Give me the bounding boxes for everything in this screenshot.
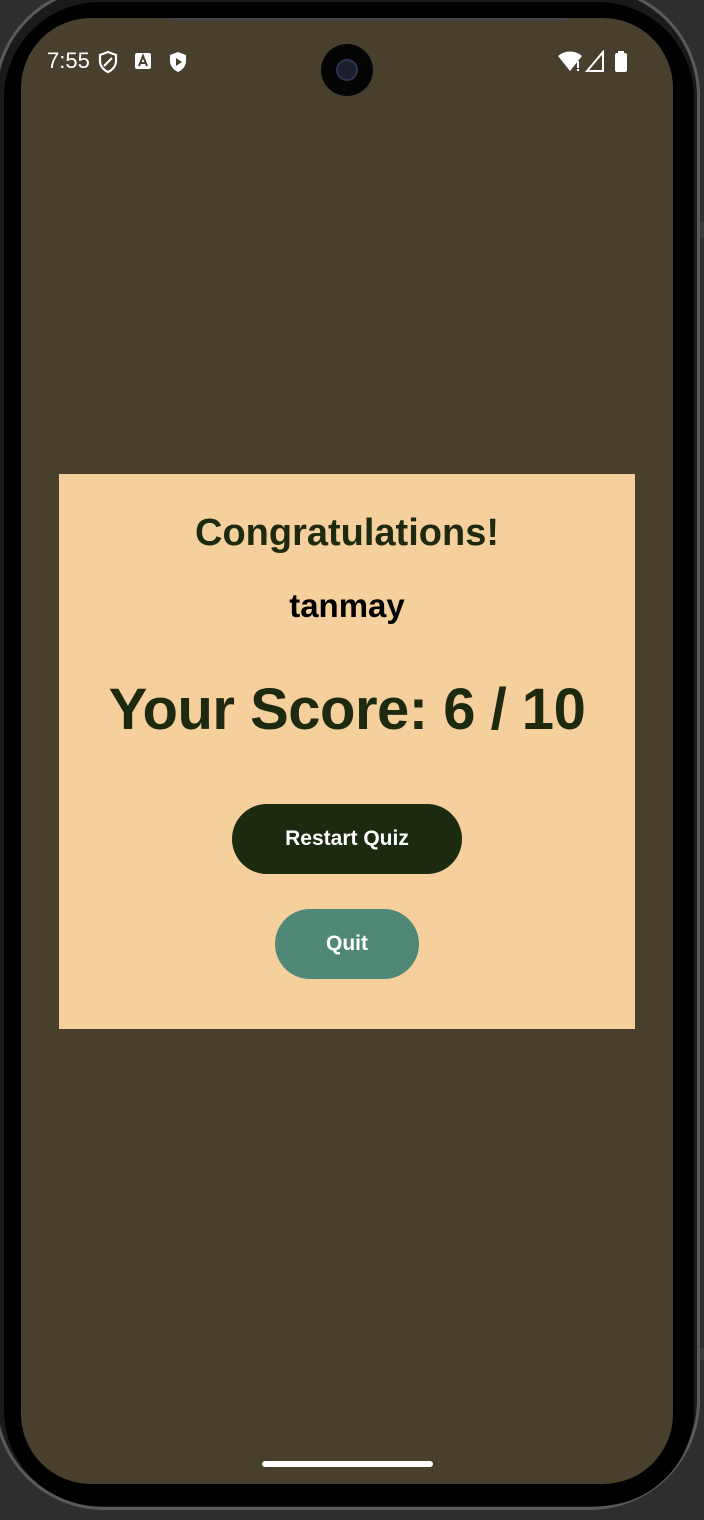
app-screen: 7:55 Congratulations! tanmay Your Score:… — [21, 18, 673, 1484]
speaker-grille — [171, 18, 567, 21]
status-time: 7:55 — [47, 48, 90, 73]
home-indicator[interactable] — [262, 1461, 433, 1467]
score-text: Your Score: 6 / 10 — [108, 677, 586, 742]
cell-signal-icon — [584, 49, 605, 79]
result-card: Congratulations! tanmay Your Score: 6 / … — [59, 474, 635, 1029]
camera-lens — [336, 59, 358, 81]
play-shield-icon — [167, 50, 189, 79]
shield-outline-icon — [97, 50, 119, 79]
restart-quiz-button[interactable]: Restart Quiz — [232, 804, 462, 874]
front-camera — [321, 44, 373, 96]
text-a-icon — [134, 50, 152, 77]
quit-button[interactable]: Quit — [275, 909, 419, 979]
phone-device: 7:55 Congratulations! tanmay Your Score:… — [0, 0, 704, 1520]
wifi-icon — [557, 50, 583, 79]
username-label: tanmay — [289, 587, 405, 624]
congratulations-title: Congratulations! — [195, 512, 499, 554]
battery-icon — [614, 50, 628, 79]
